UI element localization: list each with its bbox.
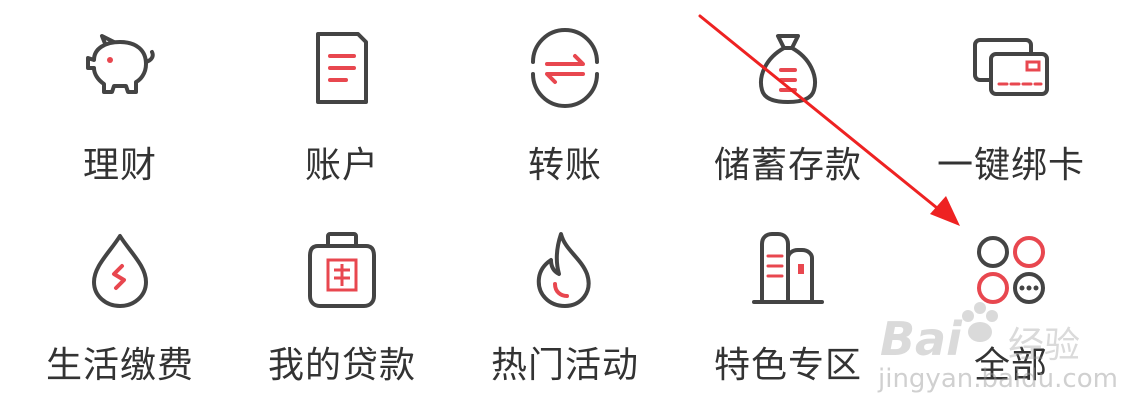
menu-item-wealth[interactable]: 理财 [10,28,230,228]
menu-item-label: 热门活动 [490,345,639,386]
menu-item-my-loans[interactable]: 我的贷款 [232,230,452,416]
menu-item-account[interactable]: 账户 [232,28,452,228]
menu-item-label: 生活缴费 [45,345,194,386]
menu-item-hot-events[interactable]: 热门活动 [455,230,675,416]
money-bag-icon [759,34,817,104]
water-drop-icon [92,234,148,308]
menu-item-featured-zone[interactable]: 特色专区 [678,230,898,416]
buildings-icon [752,232,824,304]
loan-jar-icon [308,232,376,308]
menu-item-transfer[interactable]: 转账 [455,28,675,228]
flame-icon [536,232,591,308]
menu-item-label: 转账 [527,145,602,186]
piggy-bank-icon [86,34,155,94]
menu-item-label: 理财 [82,145,157,186]
menu-item-savings[interactable]: 储蓄存款 [678,28,898,228]
transfer-icon [531,28,599,108]
menu-item-bind-card[interactable]: 一键绑卡 [901,28,1121,228]
menu-item-label: 储蓄存款 [713,145,862,186]
menu-item-label: 我的贷款 [267,345,416,386]
menu-item-label: 一键绑卡 [936,145,1085,186]
menu-item-label: 特色专区 [713,345,862,386]
menu-item-label: 账户 [304,145,379,186]
menu-item-all[interactable]: 全部 [901,230,1121,416]
document-icon [316,32,368,104]
bank-card-icon [973,38,1049,96]
quick-menu-grid: 理财 账户 转账 储蓄存款 一键绑卡 生活缴费 我的贷款 热门活动 特色专区 全… [0,0,1147,416]
menu-item-utility-bills[interactable]: 生活缴费 [10,230,230,416]
all-apps-icon [977,236,1045,304]
menu-item-label: 全部 [973,345,1048,386]
